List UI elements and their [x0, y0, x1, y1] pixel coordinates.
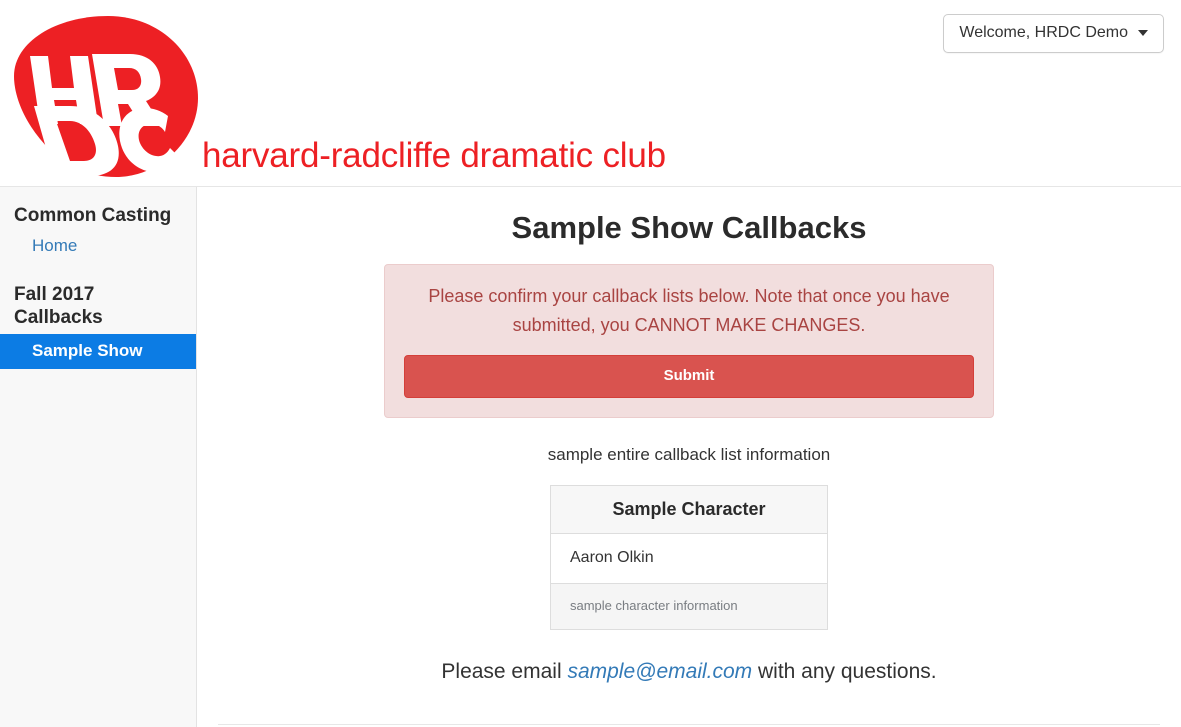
column-header-character: Sample Character — [550, 485, 828, 534]
hrdc-logo[interactable] — [8, 14, 208, 179]
callback-list-caption: sample entire callback list information — [547, 445, 831, 464]
table-header-row: Sample Character — [550, 485, 828, 534]
chevron-down-icon — [1138, 30, 1148, 36]
sidebar: Common Casting Home Fall 2017 Callbacks … — [0, 187, 197, 727]
sidebar-item-home[interactable]: Home — [0, 231, 196, 261]
callback-table-wrapper: Sample Character Aaron Olkin sample char… — [212, 485, 1166, 630]
actor-name-cell: Aaron Olkin — [550, 533, 828, 584]
body-split: Common Casting Home Fall 2017 Callbacks … — [0, 186, 1181, 727]
user-menu-button[interactable]: Welcome, HRDC Demo — [943, 14, 1164, 53]
contact-line: Please email sample@email.com with any q… — [212, 658, 1166, 686]
sidebar-section-fall-2017-callbacks: Fall 2017 Callbacks — [14, 284, 103, 328]
hrdc-logo-icon — [14, 16, 198, 177]
brand-tagline: harvard-radcliffe dramatic club — [202, 136, 666, 175]
contact-suffix: with any questions. — [752, 660, 937, 683]
callback-table: Sample Character Aaron Olkin sample char… — [550, 485, 828, 630]
page-title: Sample Show Callbacks — [511, 210, 867, 245]
callback-table-body: Aaron Olkin sample character information — [550, 533, 828, 630]
confirmation-alert: Please confirm your callback lists below… — [384, 264, 994, 418]
alert-message: Please confirm your callback lists below… — [428, 286, 950, 335]
sidebar-section-common-casting: Common Casting — [14, 205, 172, 226]
character-note-cell: sample character information — [550, 583, 828, 630]
user-menu-label: Welcome, HRDC Demo — [959, 24, 1128, 41]
table-row: Aaron Olkin — [550, 533, 828, 584]
sidebar-item-sample-show[interactable]: Sample Show — [0, 334, 196, 369]
contact-prefix: Please email — [441, 660, 568, 683]
submit-button[interactable]: Submit — [404, 355, 974, 398]
table-footer-row: sample character information — [550, 583, 828, 630]
contact-email-link[interactable]: sample@email.com — [567, 660, 752, 683]
page-root: harvard-radcliffe dramatic club Welcome,… — [0, 0, 1181, 727]
site-header: harvard-radcliffe dramatic club Welcome,… — [0, 0, 1181, 186]
footer-divider — [218, 724, 1160, 725]
callback-table-head: Sample Character — [550, 485, 828, 534]
main-content: Sample Show Callbacks Please confirm you… — [197, 187, 1181, 727]
